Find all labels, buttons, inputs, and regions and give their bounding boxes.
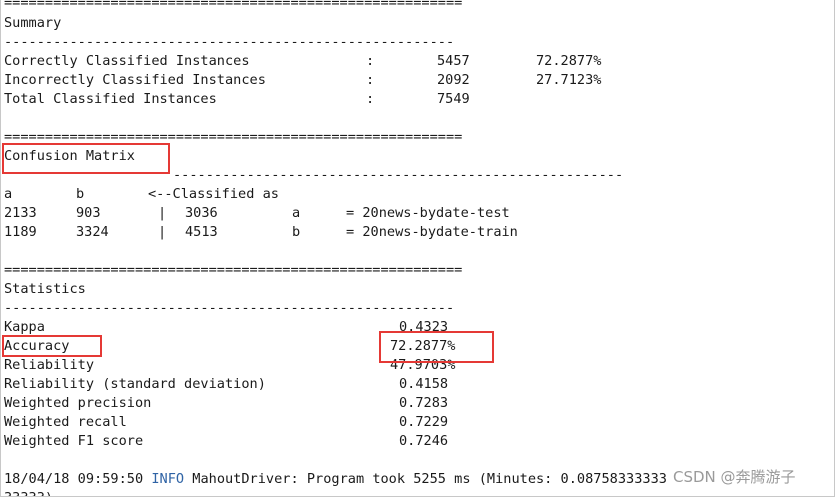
stat-label: Weighted recall	[4, 414, 127, 430]
stat-label: Accuracy	[4, 338, 70, 354]
confusion-matrix-title: Confusion Matrix	[4, 148, 135, 164]
matrix-row-label: b	[292, 224, 301, 240]
watermark: CSDN @奔腾游子	[673, 468, 796, 486]
matrix-row-total: 3036	[185, 205, 218, 221]
separator-line: ----------------------------------------…	[4, 34, 455, 50]
stat-label: Weighted precision	[4, 395, 152, 411]
matrix-row-name: = 20news-bydate-train	[346, 224, 518, 240]
log-timestamp: 18/04/18 09:59:50	[4, 471, 144, 487]
matrix-cell: 903	[76, 205, 101, 221]
stat-value: 0.7283	[399, 395, 449, 411]
log-message: MahoutDriver: Program took 5255 ms (Minu…	[192, 471, 667, 487]
total-count: 7549	[437, 91, 470, 107]
log-level: INFO	[151, 471, 185, 487]
matrix-row-total: 4513	[185, 224, 218, 240]
stat-label: Kappa	[4, 319, 45, 335]
colon: :	[366, 72, 375, 88]
incorrect-label: Incorrectly Classified Instances	[4, 72, 266, 88]
log-line: 18/04/18 09:59:50 INFO MahoutDriver: Pro…	[4, 470, 667, 489]
matrix-cell: 3324	[76, 224, 109, 240]
separator-line: ========================================…	[4, 129, 463, 145]
stat-value: 47.9703%	[390, 357, 456, 373]
matrix-cell: 2133	[4, 205, 37, 221]
separator-line: ----------------------------------------…	[173, 167, 624, 183]
separator-line: ========================================…	[4, 262, 463, 278]
correct-count: 5457	[437, 53, 470, 69]
stat-value: 0.7229	[399, 414, 449, 430]
matrix-cell: 1189	[4, 224, 37, 240]
stat-value: 0.7246	[399, 433, 449, 449]
stat-value: 0.4158	[399, 376, 449, 392]
matrix-bar: |	[158, 224, 167, 240]
stat-value: 0.4323	[399, 319, 449, 335]
stat-label: Weighted F1 score	[4, 433, 144, 449]
correct-percent: 72.2877%	[536, 53, 602, 69]
colon: :	[366, 53, 375, 69]
matrix-bar: |	[158, 205, 167, 221]
matrix-header-classified: <--Classified as	[148, 186, 279, 202]
log-continuation: 33333)	[4, 489, 53, 496]
stat-label: Reliability	[4, 357, 95, 373]
summary-title: Summary	[4, 15, 62, 31]
statistics-title: Statistics	[4, 281, 86, 297]
stat-value: 72.2877%	[390, 338, 456, 354]
incorrect-percent: 27.7123%	[536, 72, 602, 88]
total-label: Total Classified Instances	[4, 91, 217, 107]
correct-label: Correctly Classified Instances	[4, 53, 250, 69]
incorrect-count: 2092	[437, 72, 470, 88]
separator-line: ----------------------------------------…	[4, 300, 455, 316]
console-output: ========================================…	[0, 0, 835, 497]
matrix-header-a: a	[4, 186, 13, 202]
colon: :	[366, 91, 375, 107]
stat-label: Reliability (standard deviation)	[4, 376, 266, 392]
separator-line: ========================================…	[4, 0, 463, 11]
matrix-header-b: b	[76, 186, 85, 202]
matrix-row-label: a	[292, 205, 301, 221]
matrix-row-name: = 20news-bydate-test	[346, 205, 510, 221]
